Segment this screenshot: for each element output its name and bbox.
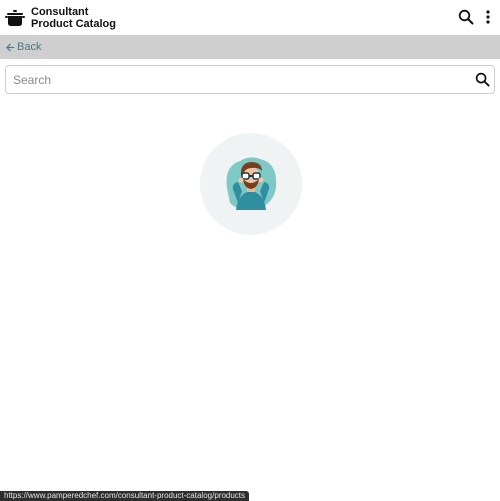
search-box	[5, 65, 495, 94]
back-label: Back	[17, 41, 42, 53]
app-title-line2: Product Catalog	[31, 18, 116, 30]
person-with-binoculars-icon	[200, 133, 302, 235]
status-url: https://www.pamperedchef.com/consultant-…	[0, 491, 250, 501]
search-icon[interactable]	[458, 9, 474, 25]
search-button-icon[interactable]	[475, 72, 490, 87]
back-bar: Back	[0, 35, 500, 59]
cooking-pot-icon	[5, 10, 25, 26]
app-header: Consultant Product Catalog	[0, 0, 500, 35]
app-title: Consultant Product Catalog	[31, 6, 116, 30]
arrow-left-icon	[6, 42, 15, 52]
search-input[interactable]	[13, 71, 463, 89]
app-title-line1: Consultant	[31, 6, 89, 18]
back-button[interactable]: Back	[6, 41, 41, 53]
more-vertical-icon[interactable]	[482, 9, 494, 25]
